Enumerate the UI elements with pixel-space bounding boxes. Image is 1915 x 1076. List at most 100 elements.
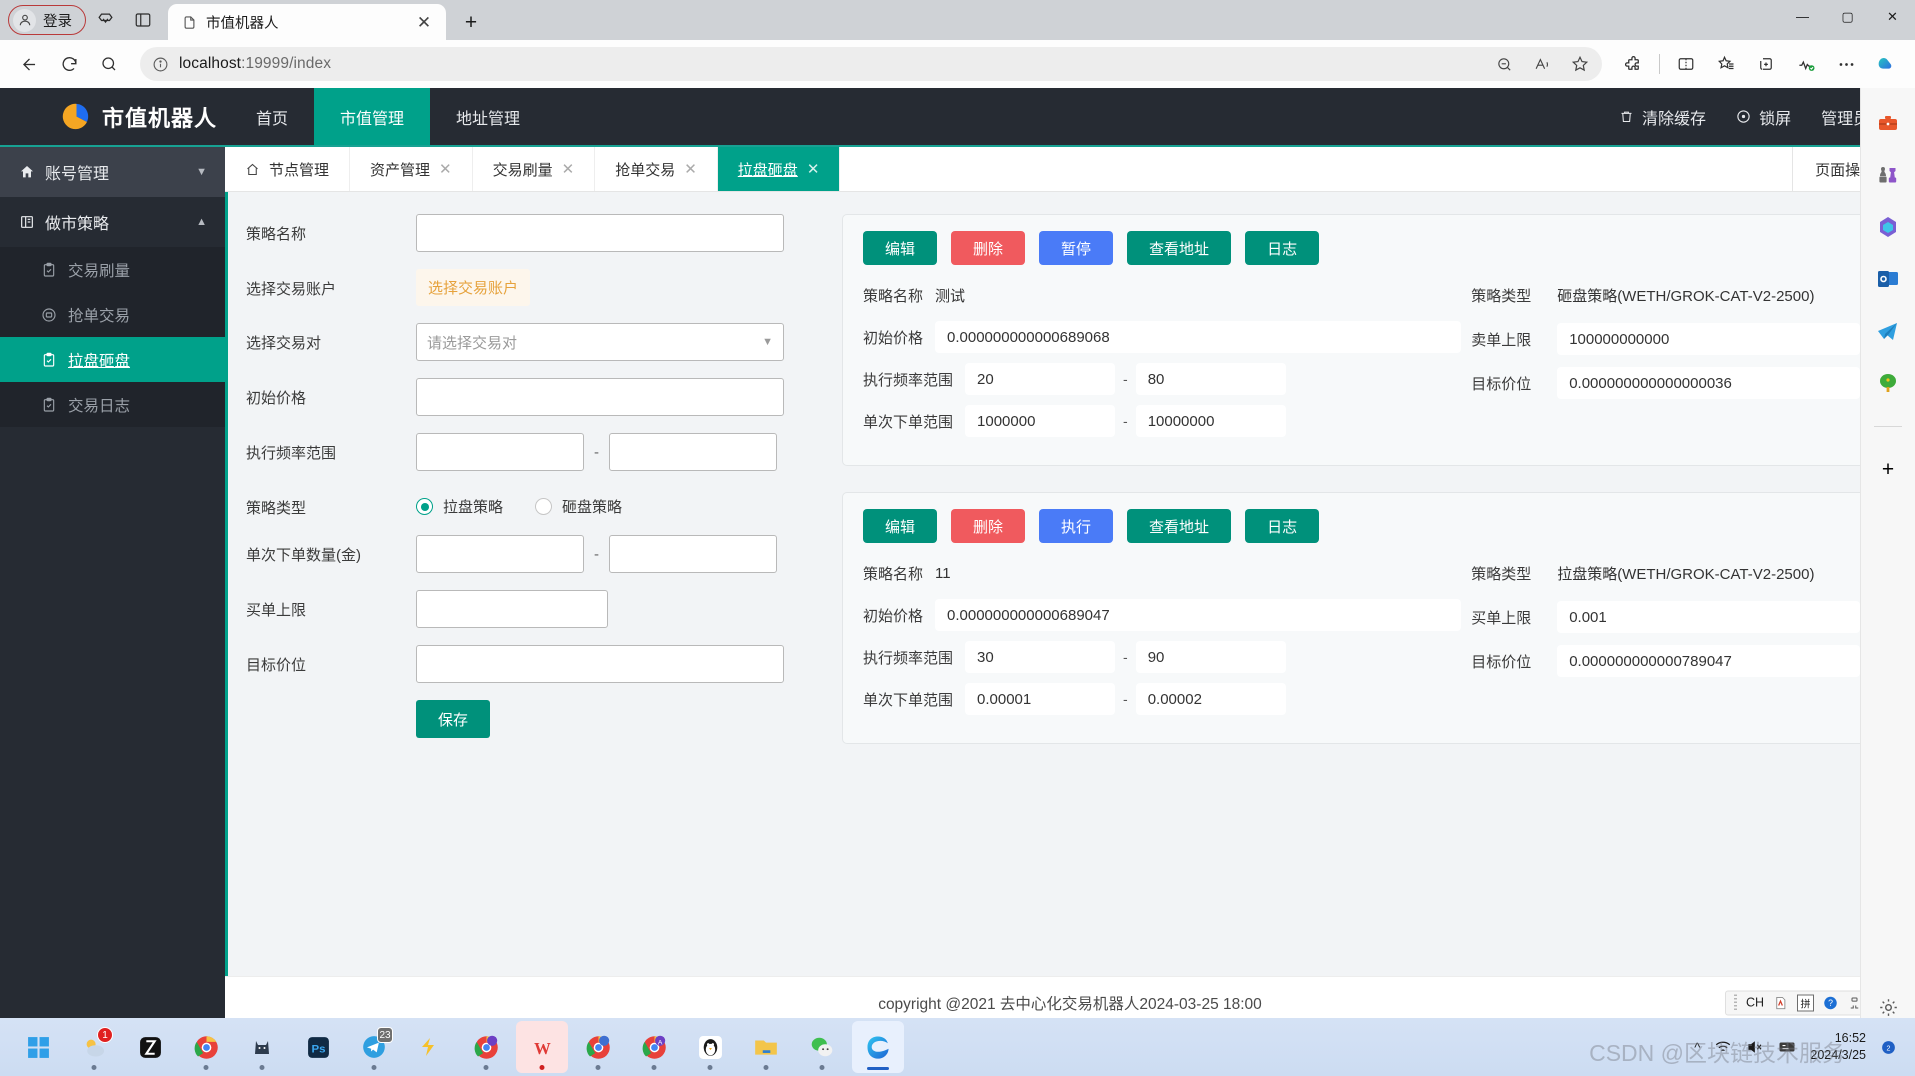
log-button[interactable]: 日志 — [1245, 231, 1320, 265]
view-address-button[interactable]: 查看地址 — [1127, 509, 1232, 543]
radio-pump-strategy[interactable] — [416, 498, 433, 515]
window-maximize-button[interactable]: ▢ — [1825, 0, 1870, 33]
card-frequency-min[interactable]: 30 — [965, 641, 1116, 673]
nav-item-address[interactable]: 地址管理 — [430, 88, 546, 145]
profile-login-button[interactable]: 登录 — [8, 5, 86, 35]
edit-button[interactable]: 编辑 — [863, 231, 938, 265]
zoom-out-icon[interactable] — [1486, 49, 1522, 79]
cat-app-icon[interactable] — [236, 1021, 288, 1073]
chrome-profile-app-icon[interactable] — [460, 1021, 512, 1073]
card-order-max[interactable]: 10000000 — [1135, 405, 1286, 437]
window-minimize-button[interactable]: — — [1780, 0, 1825, 33]
favorites-list-icon[interactable] — [1707, 47, 1745, 81]
tab-split-pane-icon[interactable] — [124, 4, 162, 36]
telegram-icon[interactable] — [1875, 318, 1901, 344]
extensions-icon[interactable] — [1614, 47, 1652, 81]
back-arrow-icon[interactable] — [10, 47, 48, 81]
read-aloud-icon[interactable] — [1524, 49, 1560, 79]
search-icon[interactable] — [90, 47, 128, 81]
ime-note-icon[interactable] — [1773, 995, 1788, 1010]
sidebar-item-snatch-order[interactable]: 抢单交易 — [0, 292, 225, 337]
target-price-input[interactable] — [416, 645, 784, 683]
toolbox-icon[interactable] — [1875, 110, 1901, 136]
new-tab-button[interactable]: + — [458, 9, 484, 35]
save-button[interactable]: 保存 — [416, 700, 491, 738]
pause-button[interactable]: 暂停 — [1039, 231, 1114, 265]
card-frequency-max[interactable]: 90 — [1135, 641, 1286, 673]
nav-item-market-value[interactable]: 市值管理 — [314, 88, 431, 145]
content-tab-close-icon[interactable]: ✕ — [684, 160, 697, 178]
card-target-value[interactable]: 0.000000000000789047 — [1557, 645, 1860, 677]
photoshop-app-icon[interactable]: Ps — [292, 1021, 344, 1073]
refresh-icon[interactable] — [50, 47, 88, 81]
card-order-min[interactable]: 1000000 — [965, 405, 1116, 437]
delete-button[interactable]: 删除 — [951, 231, 1026, 265]
delete-button[interactable]: 删除 — [951, 509, 1026, 543]
clock-widget[interactable]: 16:52 2024/3/25 — [1810, 1030, 1866, 1064]
content-tab-pump-dump[interactable]: 拉盘砸盘 ✕ — [717, 147, 841, 191]
volume-muted-icon[interactable] — [1746, 1038, 1764, 1056]
office-icon[interactable] — [1875, 214, 1901, 240]
card-frequency-max[interactable]: 80 — [1135, 363, 1286, 395]
card-order-min[interactable]: 0.00001 — [965, 683, 1116, 715]
ime-drag-handle[interactable] — [1733, 994, 1737, 1011]
chrome-a-app-icon[interactable]: A — [628, 1021, 680, 1073]
content-tab-trading-volume[interactable]: 交易刷量 ✕ — [473, 147, 596, 191]
notification-center-icon[interactable]: 2 — [1880, 1039, 1897, 1056]
buy-limit-input[interactable] — [416, 590, 608, 628]
start-button[interactable] — [12, 1021, 64, 1073]
card-limit-value[interactable]: 100000000000 — [1557, 323, 1860, 355]
split-screen-icon[interactable] — [1667, 47, 1705, 81]
select-pair-dropdown[interactable]: 请选择交易对 ▼ — [416, 323, 784, 361]
init-price-input[interactable] — [416, 378, 784, 416]
tab-close-icon[interactable]: ✕ — [411, 9, 437, 35]
weather-app-icon[interactable]: 1 — [68, 1021, 120, 1073]
window-close-button[interactable]: ✕ — [1870, 0, 1915, 33]
frequency-max-input[interactable] — [609, 433, 777, 471]
capcut-app-icon[interactable] — [124, 1021, 176, 1073]
content-tab-asset-management[interactable]: 资产管理 ✕ — [350, 147, 473, 191]
address-bar[interactable]: localhost:19999/index — [140, 47, 1602, 81]
lightning-app-icon[interactable] — [404, 1021, 456, 1073]
tray-expand-chevron-icon[interactable]: ^ — [1694, 1040, 1700, 1055]
card-init-price-value[interactable]: 0.000000000000689068 — [935, 321, 1462, 353]
copilot-icon[interactable] — [1867, 47, 1905, 81]
sidebar-item-trading-volume[interactable]: 交易刷量 — [0, 247, 225, 292]
card-order-max[interactable]: 0.00002 — [1135, 683, 1286, 715]
more-options-icon[interactable] — [1827, 47, 1865, 81]
content-tab-node-management[interactable]: 节点管理 — [225, 147, 351, 191]
select-account-button[interactable]: 选择交易账户 — [416, 269, 531, 306]
telegram-app-icon[interactable]: 23 — [348, 1021, 400, 1073]
execute-button[interactable]: 执行 — [1039, 509, 1114, 543]
browser-essentials-icon[interactable] — [1787, 47, 1825, 81]
log-button[interactable]: 日志 — [1245, 509, 1320, 543]
lock-screen-button[interactable]: 锁屏 — [1736, 105, 1791, 129]
ime-pinyin-toggle[interactable]: 拼 — [1797, 994, 1814, 1011]
radio-dump-strategy[interactable] — [535, 498, 553, 515]
chrome-contact-app-icon[interactable] — [572, 1021, 624, 1073]
sidebar-item-trade-log[interactable]: 交易日志 — [0, 382, 225, 427]
collections-icon[interactable] — [1747, 47, 1785, 81]
ime-tray-icon[interactable] — [1778, 1038, 1796, 1056]
wifi-icon[interactable] — [1714, 1038, 1732, 1056]
star-icon[interactable] — [1562, 49, 1598, 79]
content-tab-close-icon[interactable]: ✕ — [807, 160, 820, 178]
browser-tab-active[interactable]: 市值机器人 ✕ — [168, 4, 446, 40]
sidebar-group-strategy[interactable]: 做市策略 ▲ — [0, 197, 225, 247]
sidebar-item-pump-dump[interactable]: 拉盘砸盘 — [0, 337, 225, 382]
edge-app-icon[interactable] — [852, 1021, 904, 1073]
info-circle-icon[interactable] — [152, 56, 169, 73]
card-limit-value[interactable]: 0.001 — [1557, 601, 1860, 633]
content-tab-close-icon[interactable]: ✕ — [562, 160, 575, 178]
chess-icon[interactable] — [1875, 162, 1901, 188]
view-address-button[interactable]: 查看地址 — [1127, 231, 1232, 265]
strategy-name-input[interactable] — [416, 214, 784, 252]
add-rail-item-button[interactable]: + — [1875, 457, 1901, 483]
frequency-min-input[interactable] — [416, 433, 584, 471]
wechat-app-icon[interactable] — [796, 1021, 848, 1073]
edit-button[interactable]: 编辑 — [863, 509, 938, 543]
chrome-app-icon[interactable] — [180, 1021, 232, 1073]
card-frequency-min[interactable]: 20 — [965, 363, 1116, 395]
tree-game-icon[interactable] — [1875, 370, 1901, 396]
file-explorer-app-icon[interactable] — [740, 1021, 792, 1073]
